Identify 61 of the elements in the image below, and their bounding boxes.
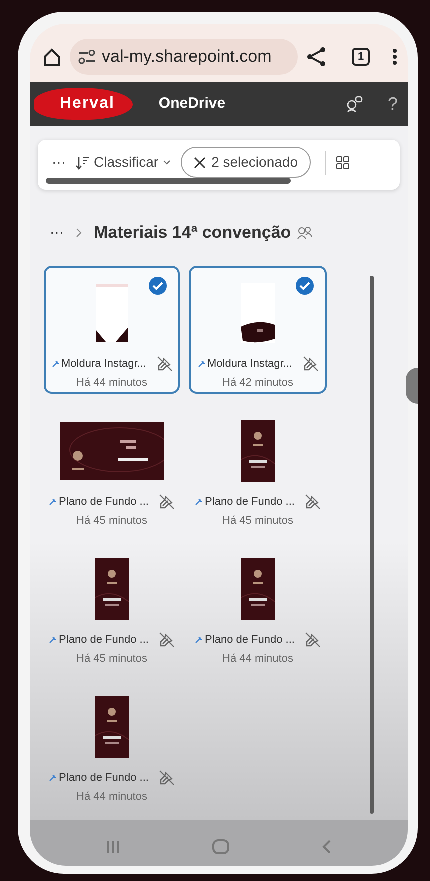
sparkle-icon xyxy=(49,498,58,506)
file-name: Moldura Instagr... xyxy=(208,356,292,372)
file-tile[interactable]: Plano de Fundo ... Há 45 minutos xyxy=(44,404,180,532)
floating-bubble[interactable] xyxy=(406,368,418,404)
folder-title: Materiais 14ª convenção xyxy=(94,222,292,244)
unpin-icon[interactable] xyxy=(158,632,175,648)
file-tile[interactable]: Plano de Fundo ... Há 45 minutos xyxy=(189,404,327,532)
sparkle-icon xyxy=(52,360,60,368)
sort-icon xyxy=(76,156,90,170)
chevron-icon xyxy=(162,160,171,166)
scrollbar-thumb[interactable] xyxy=(370,276,374,814)
file-tile[interactable]: Plano de Fundo ... Há 44 minutos xyxy=(44,680,180,808)
sparkle-icon xyxy=(195,498,204,506)
unpin-icon[interactable] xyxy=(158,494,175,510)
sparkle-icon xyxy=(195,636,204,644)
unpin-icon[interactable] xyxy=(158,770,175,786)
modified-time: Há 45 minutos xyxy=(76,652,148,667)
sort-button[interactable]: Classificar xyxy=(76,152,171,173)
unpin-icon[interactable] xyxy=(304,632,321,648)
url-text: val-my.sharepoint.com xyxy=(102,46,272,68)
more-button[interactable]: ··· xyxy=(52,152,66,173)
unpin-icon[interactable] xyxy=(304,494,321,510)
file-name: Plano de Fundo ... xyxy=(59,770,149,786)
grid-view-icon[interactable] xyxy=(336,156,350,170)
site-settings-icon[interactable] xyxy=(78,50,96,64)
share-people-icon[interactable] xyxy=(346,95,364,113)
file-tile[interactable]: Moldura Instagr... Há 42 minutos xyxy=(189,266,327,394)
modified-time: Há 45 minutos xyxy=(76,514,148,529)
address-bar[interactable]: val-my.sharepoint.com xyxy=(70,39,298,75)
checkmark-icon[interactable] xyxy=(148,276,168,296)
home-icon[interactable] xyxy=(42,47,62,67)
file-tile[interactable]: Moldura Instagr... Há 44 minutos xyxy=(44,266,180,394)
unpin-icon[interactable] xyxy=(156,356,172,372)
sparkle-icon xyxy=(198,360,206,368)
file-name: Plano de Fundo ... xyxy=(59,632,149,648)
file-tile[interactable]: Plano de Fundo ... Há 44 minutos xyxy=(189,542,327,670)
file-name: Plano de Fundo ... xyxy=(205,494,295,510)
checkmark-icon[interactable] xyxy=(295,276,315,296)
brand-logo[interactable]: Herval xyxy=(34,88,133,120)
sparkle-icon xyxy=(49,636,58,644)
breadcrumb-more[interactable]: ··· xyxy=(50,222,64,244)
modified-time: Há 42 minutos xyxy=(222,376,294,391)
share-icon[interactable] xyxy=(306,46,328,68)
app-title: OneDrive xyxy=(158,94,226,114)
modified-time: Há 45 minutos xyxy=(222,514,294,529)
modified-time: Há 44 minutos xyxy=(76,376,148,391)
file-name: Plano de Fundo ... xyxy=(59,494,149,510)
close-icon xyxy=(194,156,206,168)
sparkle-icon xyxy=(49,774,58,782)
chevron-right-icon xyxy=(76,228,82,238)
shared-people-icon xyxy=(297,226,314,240)
file-name: Moldura Instagr... xyxy=(62,356,146,372)
help-button[interactable]: ? xyxy=(388,90,398,118)
file-name: Plano de Fundo ... xyxy=(205,632,295,648)
scrollbar-thumb[interactable] xyxy=(46,178,291,184)
modified-time: Há 44 minutos xyxy=(76,790,148,805)
more-icon[interactable] xyxy=(392,48,398,66)
modified-time: Há 44 minutos xyxy=(222,652,294,667)
tab-count-button[interactable]: 1 xyxy=(352,48,370,66)
file-tile[interactable]: Plano de Fundo ... Há 45 minutos xyxy=(44,542,180,670)
unpin-icon[interactable] xyxy=(302,356,318,372)
